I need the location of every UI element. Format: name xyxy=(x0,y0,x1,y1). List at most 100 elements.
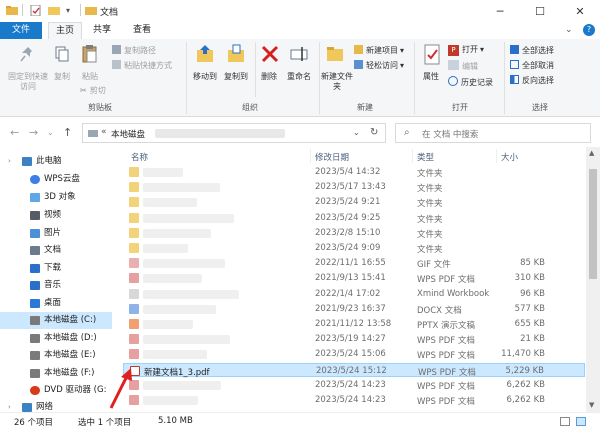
delete-button[interactable]: 删除 xyxy=(256,72,282,82)
refresh-icon[interactable]: ↻ xyxy=(370,127,378,138)
nav-item[interactable]: 视频 xyxy=(0,207,112,224)
history-icon xyxy=(448,76,458,86)
scroll-up-icon[interactable]: ▲ xyxy=(589,149,594,157)
cut-button[interactable]: ✂ 剪切 xyxy=(80,85,106,96)
invert-selection-button[interactable]: 反向选择 xyxy=(510,75,554,86)
forward-arrow-icon[interactable]: → xyxy=(29,126,38,139)
easy-access-button[interactable]: 轻松访问 ▾ xyxy=(354,60,404,71)
new-folder-button[interactable]: 新建文件夹 xyxy=(320,72,354,92)
scrollbar-thumb[interactable] xyxy=(589,169,597,279)
column-header-name[interactable]: 名称 xyxy=(131,151,148,163)
nav-item[interactable]: DVD 驱动器 (G: xyxy=(0,382,112,399)
file-date: 2023/5/24 9:21 xyxy=(315,197,381,208)
file-row[interactable]: 2023/5/4 14:32 文件夹 xyxy=(123,165,585,180)
open-button[interactable]: P 打开 ▾ xyxy=(448,44,484,56)
file-row[interactable]: 2023/5/19 14:27 WPS PDF 文档 21 KB xyxy=(123,332,585,347)
column-header-date[interactable]: 修改日期 xyxy=(315,151,349,163)
nav-item-label: 3D 对象 xyxy=(44,192,76,202)
file-row[interactable]: 新建文档1_3.pdf 2023/5/24 15:12 WPS PDF 文档 5,22… xyxy=(123,362,585,378)
nav-item[interactable]: 本地磁盘 (D:) xyxy=(0,330,112,347)
help-icon[interactable]: ? xyxy=(583,24,595,36)
rename-icon xyxy=(290,47,308,61)
tab-file[interactable]: 文件 xyxy=(0,22,42,39)
quick-access-dropdown-icon[interactable]: ▾ xyxy=(66,6,70,15)
address-overflow-icon[interactable]: « xyxy=(101,127,107,137)
file-row[interactable]: 2023/5/24 14:23 WPS PDF 文档 6,262 KB xyxy=(123,378,585,393)
file-row[interactable]: 2021/9/23 16:37 DOCX 文档 577 KB xyxy=(123,302,585,317)
move-to-button[interactable]: 移动到 xyxy=(188,72,222,82)
recent-locations-icon[interactable]: ⌄ xyxy=(47,128,54,137)
file-size: 96 KB xyxy=(520,288,545,299)
address-dropdown-icon[interactable]: ⌄ xyxy=(353,128,360,137)
copy-button[interactable]: 复制 xyxy=(50,72,74,82)
tab-view[interactable]: 查看 xyxy=(124,22,160,39)
scroll-down-icon[interactable]: ▼ xyxy=(589,401,594,409)
select-none-button[interactable]: 全部取消 xyxy=(510,60,554,71)
nav-item-label: 图片 xyxy=(44,228,62,238)
properties-button[interactable]: 属性 xyxy=(418,72,444,82)
nav-item[interactable]: 文档 xyxy=(0,242,112,259)
nav-item[interactable]: WPS云盘 xyxy=(0,171,112,188)
file-date: 2023/5/19 14:27 xyxy=(315,334,386,345)
search-icon: ⌕ xyxy=(404,127,410,138)
redacted-file-name xyxy=(143,304,216,314)
up-arrow-icon[interactable]: ↑ xyxy=(63,126,72,139)
delete-icon xyxy=(261,45,279,63)
new-folder-icon[interactable] xyxy=(48,5,60,16)
expand-chevron-icon[interactable]: › xyxy=(8,153,11,170)
rename-button[interactable]: 重命名 xyxy=(284,72,314,82)
file-row[interactable]: 2022/1/4 17:02 Xmind Workbook 96 KB xyxy=(123,287,585,302)
paste-button[interactable]: 粘贴 xyxy=(78,72,102,82)
file-list: 名称 修改日期 类型 大小 2023/5/4 14:32 文件夹 2023/5/17… xyxy=(109,147,585,412)
close-button[interactable]: ✕ xyxy=(560,0,600,22)
file-row[interactable]: 2021/9/13 15:41 WPS PDF 文档 310 KB xyxy=(123,271,585,286)
file-row[interactable]: 2023/2/8 15:10 文件夹 xyxy=(123,226,585,241)
file-row[interactable]: 2022/11/1 16:55 GIF 文件 85 KB xyxy=(123,256,585,271)
file-type: 文件夹 xyxy=(417,169,443,179)
back-arrow-icon[interactable]: ← xyxy=(10,126,19,139)
file-row[interactable]: 2023/5/24 14:23 WPS PDF 文档 6,262 KB xyxy=(123,393,585,408)
select-all-button[interactable]: 全部选择 xyxy=(510,45,554,56)
properties-icon[interactable] xyxy=(30,5,42,16)
vertical-scrollbar[interactable]: ▲ ▼ xyxy=(586,147,600,412)
address-bar[interactable]: « 本地磁盘 ⌄ ↻ xyxy=(82,123,386,143)
nav-item[interactable]: 3D 对象 xyxy=(0,189,112,206)
tab-share[interactable]: 共享 xyxy=(86,22,118,39)
minimize-button[interactable]: ─ xyxy=(480,0,520,22)
annotation-arrow-icon xyxy=(109,368,132,409)
file-row[interactable]: 2023/5/17 13:43 文件夹 xyxy=(123,180,585,195)
file-row[interactable]: 2021/11/12 13:58 PPTX 演示文稿 655 KB xyxy=(123,317,585,332)
maximize-button[interactable]: ☐ xyxy=(520,0,560,22)
file-row[interactable]: 2023/5/24 9:25 文件夹 xyxy=(123,211,585,226)
edit-button[interactable]: 编辑 xyxy=(448,60,478,72)
copy-path-button[interactable]: 复制路径 xyxy=(112,45,156,56)
search-box[interactable]: ⌕ 在 文档 中搜索 xyxy=(395,123,591,143)
file-row[interactable]: 2023/5/24 9:09 文件夹 xyxy=(123,241,585,256)
details-view-icon[interactable] xyxy=(560,417,570,426)
nav-item[interactable]: › 此电脑 xyxy=(0,153,112,170)
nav-item[interactable]: 本地磁盘 (C:) xyxy=(0,312,112,329)
breadcrumb-root[interactable]: 本地磁盘 xyxy=(111,128,145,140)
paste-shortcut-button[interactable]: 粘贴快捷方式 xyxy=(112,60,172,71)
group-label-clipboard: 剪贴板 xyxy=(88,103,112,112)
file-row[interactable]: 2023/5/24 15:06 WPS PDF 文档 11,470 KB xyxy=(123,347,585,362)
history-button[interactable]: 历史记录 xyxy=(448,76,493,88)
copy-to-button[interactable]: 复制到 xyxy=(219,72,253,82)
separator xyxy=(255,42,256,97)
file-type: WPS PDF 文档 xyxy=(417,381,475,392)
file-row[interactable]: 2023/5/24 9:21 文件夹 xyxy=(123,195,585,210)
ribbon-collapse-icon[interactable]: ⌄ xyxy=(565,25,573,35)
nav-item[interactable]: 图片 xyxy=(0,225,112,242)
column-header-size[interactable]: 大小 xyxy=(501,151,518,163)
new-item-button[interactable]: 新建项目 ▾ xyxy=(354,45,404,56)
nav-item[interactable]: 音乐 xyxy=(0,277,112,294)
drive-icon xyxy=(88,130,98,137)
large-icons-view-icon[interactable] xyxy=(576,417,586,426)
tab-home[interactable]: 主页 xyxy=(48,22,82,39)
nav-item[interactable]: 本地磁盘 (F:) xyxy=(0,365,112,382)
nav-item[interactable]: 本地磁盘 (E:) xyxy=(0,347,112,364)
nav-item[interactable]: 桌面 xyxy=(0,295,112,312)
column-header-type[interactable]: 类型 xyxy=(417,151,434,163)
nav-item[interactable]: 下载 xyxy=(0,260,112,277)
pin-button[interactable]: 固定到快速访问 xyxy=(8,72,48,92)
